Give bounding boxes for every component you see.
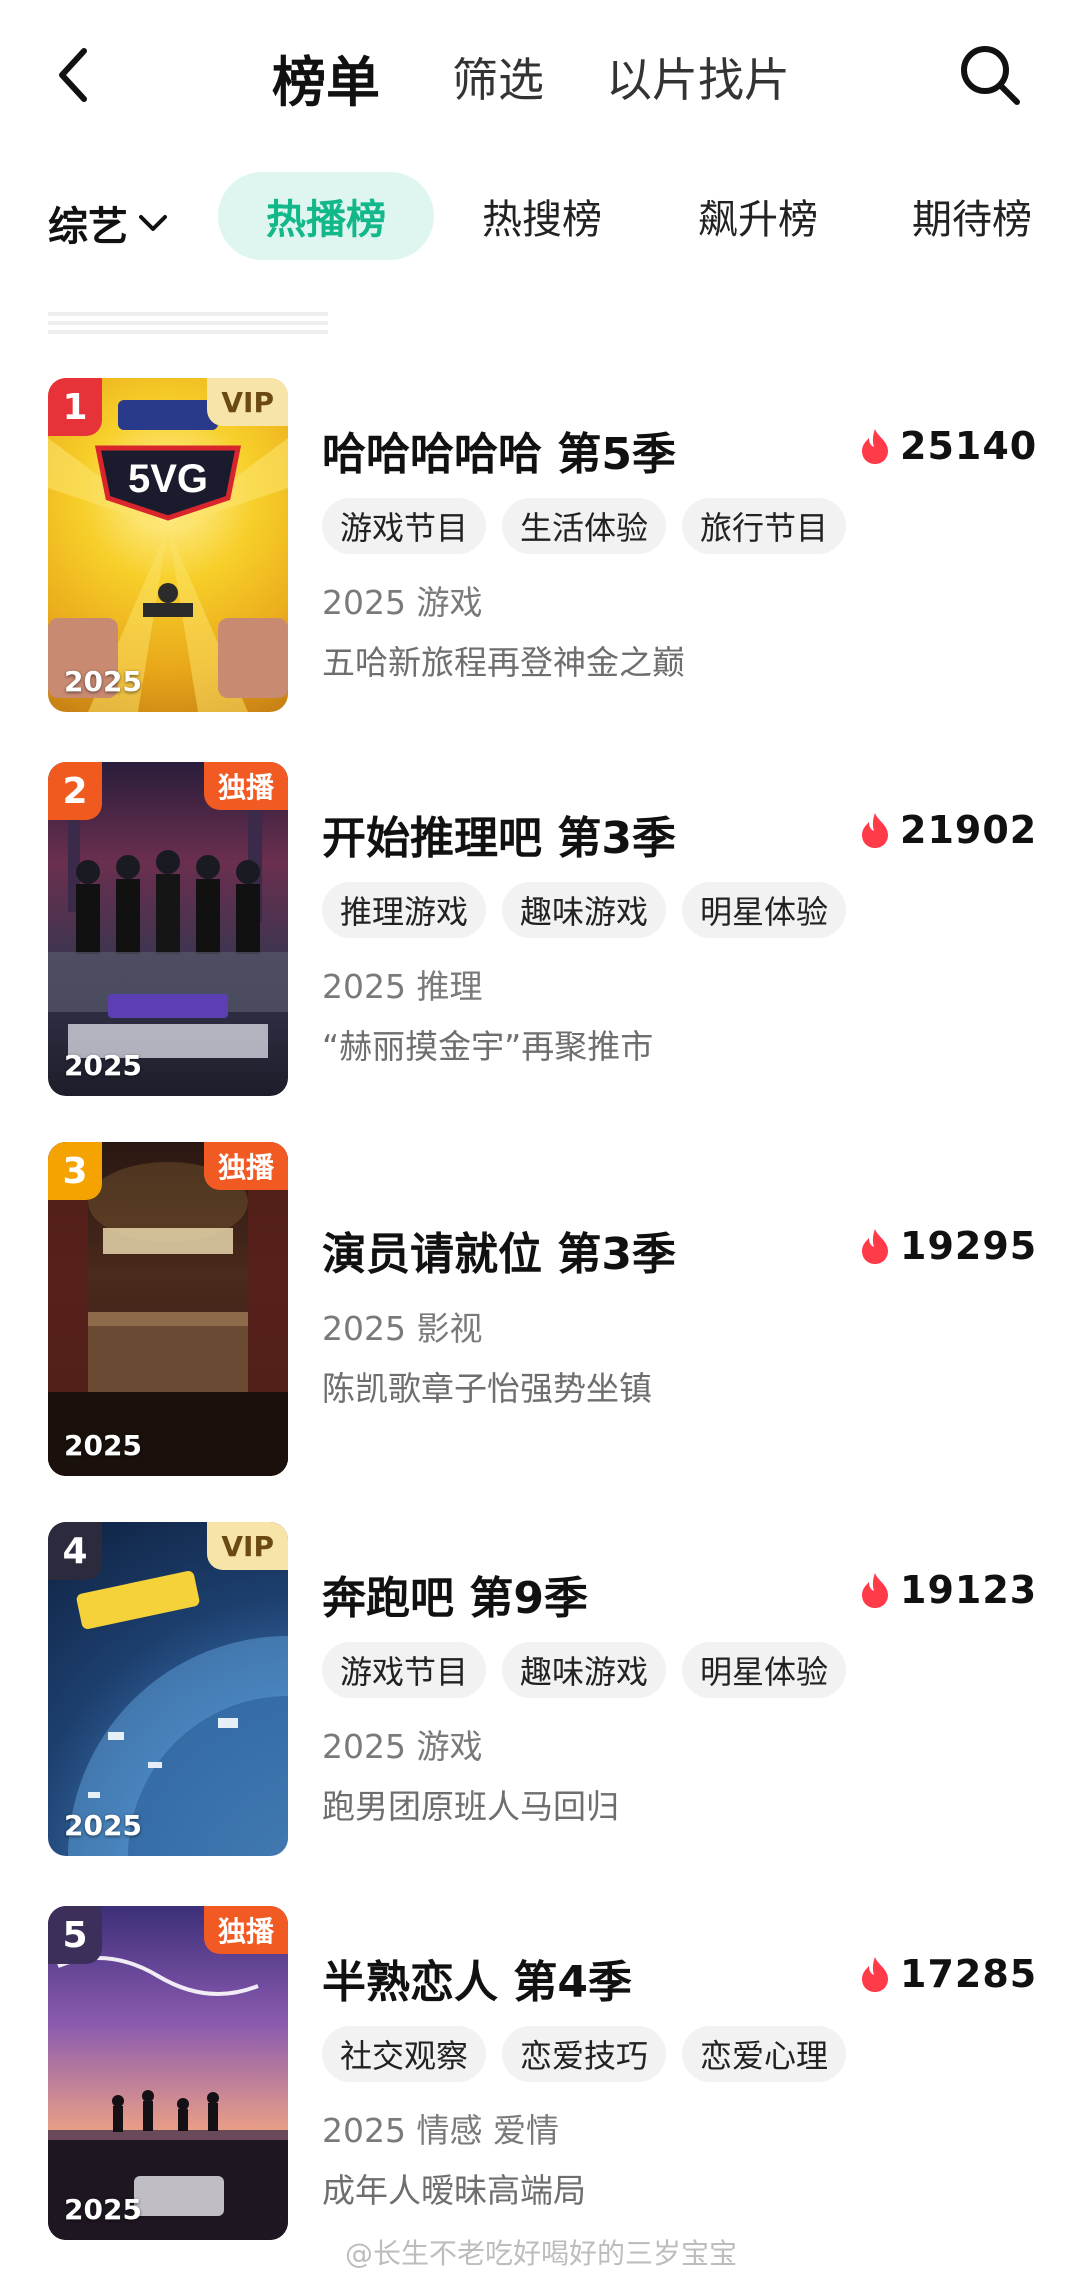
list-item[interactable]: 3 独播 2025 演员请就位 第3季 19295 2025 影视 陈凯歌章子怡… <box>0 1142 1080 1482</box>
vip-badge: VIP <box>207 1522 288 1570</box>
tag-chip[interactable]: 社交观察 <box>322 2026 487 2082</box>
list-item[interactable]: 5VG 1 VIP 2025 哈哈哈哈哈 第5季 25140 游戏节目 生活体验… <box>0 378 1080 718</box>
heat-score: 17285 <box>860 1952 1037 1996</box>
show-description: 成年人暧昧高端局 <box>322 2171 586 2210</box>
rank-badge: 4 <box>48 1522 102 1580</box>
top-nav: 榜单 筛选 以片找片 <box>0 0 1080 150</box>
show-title[interactable]: 哈哈哈哈哈 第5季 <box>322 418 676 482</box>
list-item[interactable]: 5 独播 2025 半熟恋人 第4季 17285 社交观察 恋爱技巧 恋爱心理 … <box>0 1906 1080 2246</box>
show-title[interactable]: 演员请就位 第3季 <box>322 1218 676 1282</box>
exclusive-badge: 独播 <box>203 762 288 810</box>
show-title[interactable]: 奔跑吧 第9季 <box>322 1562 588 1626</box>
heat-score: 19295 <box>860 1224 1037 1268</box>
list-item[interactable]: 4 VIP 2025 奔跑吧 第9季 19123 游戏节目 趣味游戏 明星体验 … <box>0 1522 1080 1862</box>
show-title[interactable]: 半熟恋人 第4季 <box>322 1946 632 2010</box>
list-item[interactable]: 2 独播 2025 开始推理吧 第3季 21902 推理游戏 趣味游戏 明星体验… <box>0 762 1080 1102</box>
flame-icon <box>862 1229 888 1264</box>
show-meta: 2025 游戏 <box>322 583 483 622</box>
exclusive-badge: 独播 <box>203 1906 288 1954</box>
exclusive-badge: 独播 <box>203 1142 288 1190</box>
flame-icon <box>862 429 888 464</box>
poster-year: 2025 <box>64 665 142 698</box>
rank-badge: 5 <box>48 1906 102 1964</box>
tag-chip[interactable]: 趣味游戏 <box>502 882 667 938</box>
tag-chip[interactable]: 旅行节目 <box>682 498 847 554</box>
search-button[interactable] <box>955 40 1025 110</box>
rank-badge: 1 <box>48 378 102 436</box>
blurred-subheader <box>48 312 328 338</box>
show-meta: 2025 情感 爱情 <box>322 2111 559 2150</box>
tag-list: 社交观察 恋爱技巧 恋爱心理 <box>322 2026 847 2082</box>
poster-year: 2025 <box>64 1429 142 1462</box>
tag-chip[interactable]: 明星体验 <box>682 1642 847 1698</box>
show-description: “赫丽摸金宇”再聚推市 <box>322 1027 654 1066</box>
poster-year: 2025 <box>64 2193 142 2226</box>
heat-value: 19295 <box>900 1224 1038 1268</box>
show-title[interactable]: 开始推理吧 第3季 <box>322 802 676 866</box>
show-meta: 2025 影视 <box>322 1309 483 1348</box>
tag-chip[interactable]: 游戏节目 <box>322 1642 487 1698</box>
tag-chip[interactable]: 明星体验 <box>682 882 847 938</box>
svg-text:5VG: 5VG <box>128 457 208 501</box>
tab-rising[interactable]: 飙升榜 <box>678 172 838 260</box>
tag-chip[interactable]: 恋爱心理 <box>682 2026 847 2082</box>
heat-value: 21902 <box>900 808 1038 852</box>
poster-year: 2025 <box>64 1049 142 1082</box>
tag-chip[interactable]: 推理游戏 <box>322 882 487 938</box>
rank-badge: 2 <box>48 762 102 820</box>
page-title[interactable]: 榜单 <box>272 38 380 117</box>
category-label: 综艺 <box>48 204 128 250</box>
show-description: 跑男团原班人马回归 <box>322 1787 619 1826</box>
search-icon <box>961 46 1020 105</box>
tab-hot-search[interactable]: 热搜榜 <box>462 172 622 260</box>
show-description: 陈凯歌章子怡强势坐镇 <box>322 1369 652 1408</box>
flame-icon <box>862 813 888 848</box>
ranking-tab-bar: 综艺 热播榜 热搜榜 飙升榜 期待榜 <box>0 172 1080 262</box>
heat-score: 25140 <box>860 424 1037 468</box>
heat-score: 21902 <box>860 808 1037 852</box>
poster-year: 2025 <box>64 1809 142 1842</box>
flame-icon <box>862 1573 888 1608</box>
vip-badge: VIP <box>207 378 288 426</box>
tag-chip[interactable]: 游戏节目 <box>322 498 487 554</box>
tab-hot-play[interactable]: 热播榜 <box>218 172 434 260</box>
tab-find-by-film[interactable]: 以片找片 <box>606 44 790 110</box>
back-button[interactable] <box>56 40 116 110</box>
heat-value: 25140 <box>900 424 1038 468</box>
watermark: @长生不老吃好喝好的三岁宝宝 <box>345 2237 738 2270</box>
poster-image[interactable]: 2 独播 2025 <box>48 762 288 1096</box>
poster-image[interactable]: 4 VIP 2025 <box>48 1522 288 1856</box>
show-meta: 2025 推理 <box>322 967 483 1006</box>
tag-list: 游戏节目 生活体验 旅行节目 <box>322 498 847 554</box>
tab-anticipated[interactable]: 期待榜 <box>892 172 1052 260</box>
tag-chip[interactable]: 趣味游戏 <box>502 1642 667 1698</box>
show-description: 五哈新旅程再登神金之巅 <box>322 643 685 682</box>
tag-chip[interactable]: 恋爱技巧 <box>502 2026 667 2082</box>
rank-badge: 3 <box>48 1142 102 1200</box>
poster-image[interactable]: 5 独播 2025 <box>48 1906 288 2240</box>
chevron-down-icon <box>139 215 167 231</box>
tag-list: 游戏节目 趣味游戏 明星体验 <box>322 1642 847 1698</box>
tab-filter[interactable]: 筛选 <box>452 44 544 110</box>
back-arrow-icon <box>59 48 87 102</box>
heat-value: 17285 <box>900 1952 1038 1996</box>
heat-score: 19123 <box>860 1568 1037 1612</box>
tag-list: 推理游戏 趣味游戏 明星体验 <box>322 882 847 938</box>
flame-icon <box>862 1957 888 1992</box>
poster-image[interactable]: 5VG 1 VIP 2025 <box>48 378 288 712</box>
show-meta: 2025 游戏 <box>322 1727 483 1766</box>
heat-value: 19123 <box>900 1568 1038 1612</box>
tag-chip[interactable]: 生活体验 <box>502 498 667 554</box>
poster-image[interactable]: 3 独播 2025 <box>48 1142 288 1476</box>
category-dropdown[interactable]: 综艺 <box>48 194 168 252</box>
